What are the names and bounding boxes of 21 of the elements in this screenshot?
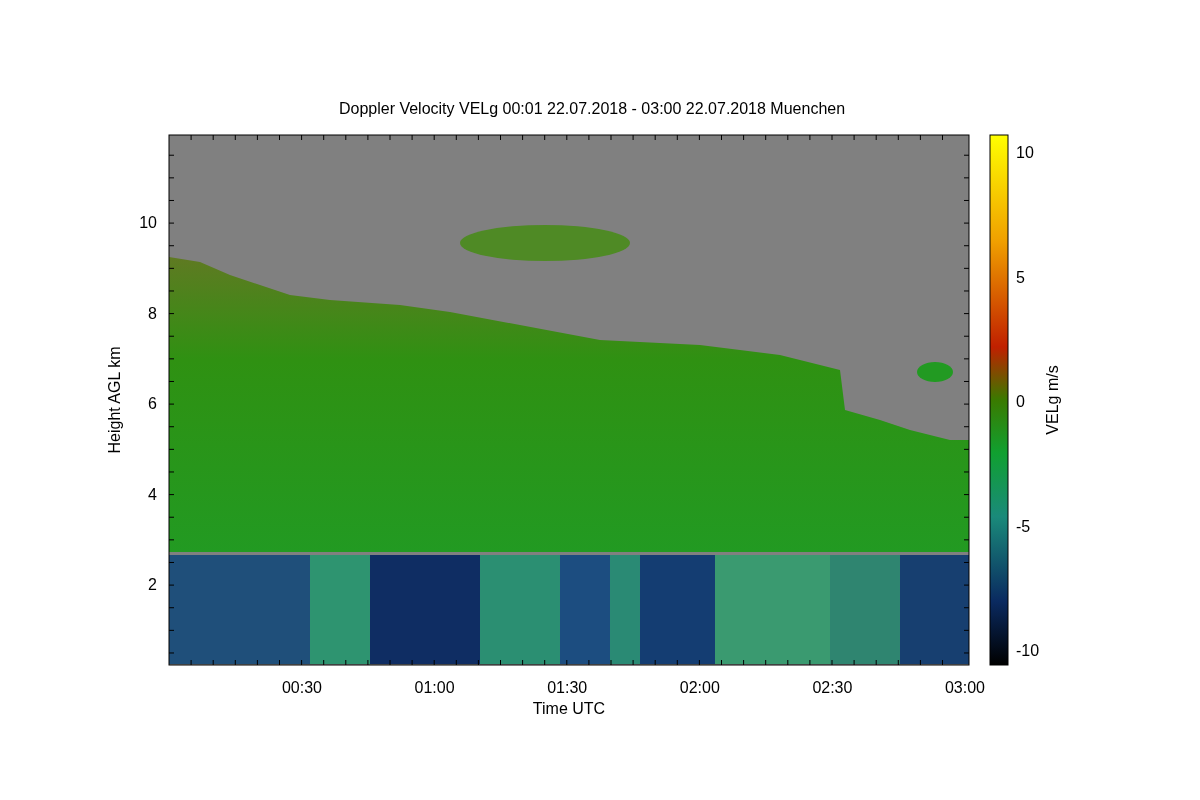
chart-title: Doppler Velocity VELg 00:01 22.07.2018 - 03:00 22.07.2018 Muenchen	[338, 100, 846, 117]
y-tick-label: 8	[148, 304, 157, 322]
y-tick-label: 2	[148, 576, 157, 593]
colorbar-tick-label: -10	[1016, 642, 1040, 659]
x-axis-label: Time UTC	[532, 700, 606, 717]
y-tick-label: 10	[139, 214, 157, 231]
colorbar-tick-label: 5	[1016, 268, 1025, 286]
colorbar-label: VELg m/s	[1044, 365, 1061, 435]
x-tick-label: 03:00	[945, 679, 985, 696]
x-tick-label: 00:30	[282, 679, 322, 696]
x-tick-label: 02:00	[679, 679, 720, 696]
colorbar-tick-label: -5	[1016, 517, 1031, 535]
x-tick-label: 01:00	[414, 679, 455, 696]
cloud-patch	[917, 362, 953, 382]
colorbar-tick-label: 10	[1016, 144, 1034, 161]
x-tick-label: 01:30	[547, 679, 588, 696]
colorbar-tick-label: 0	[1016, 393, 1025, 410]
y-axis-label: Height AGL km	[106, 346, 123, 454]
x-tick-label: 02:30	[812, 679, 853, 696]
y-tick-label: 4	[148, 485, 157, 503]
y-tick-label: 6	[148, 395, 157, 412]
